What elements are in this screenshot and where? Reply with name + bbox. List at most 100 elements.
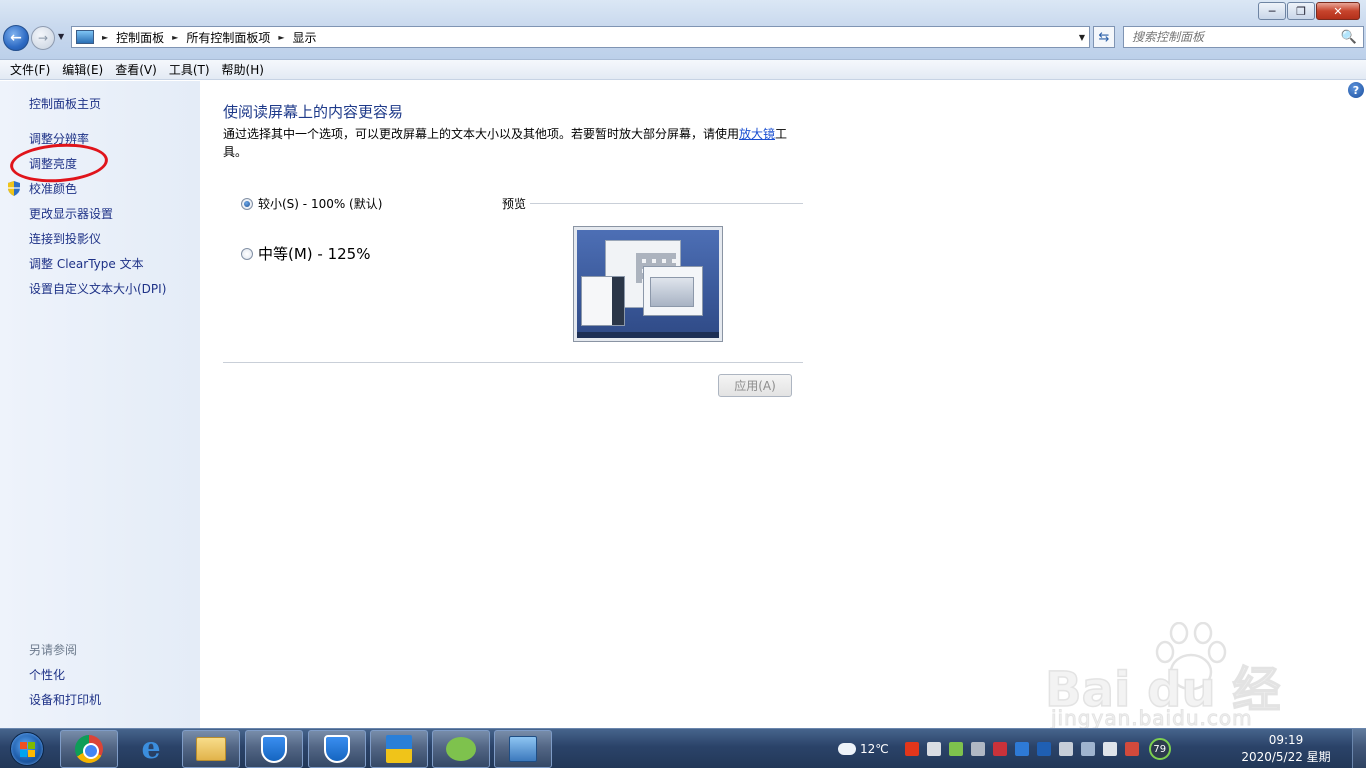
- app-tray-icon[interactable]: [992, 742, 1007, 756]
- window-controls: ─ ❐ ✕: [1257, 2, 1360, 20]
- breadcrumb-all-items[interactable]: 所有控制面板项: [186, 29, 270, 46]
- address-dropdown[interactable]: ▼: [1079, 33, 1085, 42]
- section-divider: [223, 362, 803, 363]
- chrome-icon: [75, 735, 103, 763]
- radio-small[interactable]: [241, 197, 253, 210]
- taskbar-pdf[interactable]: [370, 730, 428, 768]
- taskbar-security-1[interactable]: [245, 730, 303, 768]
- windows-logo-icon: [10, 732, 44, 766]
- taskbar-control-panel[interactable]: [494, 730, 552, 768]
- network-icon[interactable]: [1080, 742, 1095, 756]
- search-box[interactable]: 🔍: [1123, 26, 1364, 48]
- apply-button[interactable]: 应用(A): [718, 374, 792, 397]
- breadcrumb-separator[interactable]: ►: [278, 33, 284, 42]
- search-input[interactable]: [1132, 30, 1332, 44]
- ie-icon: e: [141, 731, 161, 766]
- pdf-reader-icon: [386, 735, 412, 763]
- preview-label: 预览: [502, 195, 531, 212]
- page-description: 通过选择其中一个选项，可以更改屏幕上的文本大小以及其他项。若要暂时放大部分屏幕，…: [223, 125, 798, 161]
- breadcrumb-display[interactable]: 显示: [293, 29, 317, 46]
- sidebar-item-projector[interactable]: 连接到投影仪: [29, 230, 101, 247]
- taskbar-security-2[interactable]: [308, 730, 366, 768]
- size-option-small[interactable]: 较小(S) - 100% (默认): [241, 195, 382, 212]
- preview-image: [573, 226, 723, 342]
- clock-date: 2020/5/22 星期五: [1241, 750, 1331, 768]
- search-icon[interactable]: 🔍: [1341, 30, 1357, 45]
- sidebar-item-personalization[interactable]: 个性化: [29, 666, 65, 683]
- explorer-icon: [196, 737, 226, 761]
- preview-taskbar: [577, 332, 719, 338]
- control-panel-icon: [76, 30, 94, 44]
- performance-badge[interactable]: 79: [1148, 738, 1171, 760]
- wechat-tray-icon[interactable]: [948, 742, 963, 756]
- refresh-button[interactable]: ⇆: [1093, 26, 1115, 48]
- breadcrumb-control-panel[interactable]: 控制面板: [116, 29, 164, 46]
- menu-view[interactable]: 查看(V): [109, 61, 163, 78]
- magnifier-link[interactable]: 放大镜: [739, 127, 775, 141]
- preview-window: [643, 266, 703, 316]
- taskbar: e 12℃ 79 09:19 2020/5/22 星期五: [0, 728, 1366, 768]
- clock-time: 09:19: [1268, 733, 1304, 747]
- menu-bar: 文件(F) 编辑(E) 查看(V) 工具(T) 帮助(H): [0, 60, 1366, 80]
- sidebar-item-home[interactable]: 控制面板主页: [29, 95, 101, 112]
- size-option-medium[interactable]: 中等(M) - 125%: [241, 243, 370, 264]
- wechat-icon: [446, 737, 476, 761]
- sidebar-item-calibrate-color[interactable]: 校准颜色: [29, 180, 77, 197]
- flag-icon[interactable]: [926, 742, 941, 756]
- back-button[interactable]: ←: [3, 25, 29, 51]
- security-shield-icon: [261, 735, 287, 763]
- breadcrumb-separator[interactable]: ►: [102, 33, 108, 42]
- show-desktop-button[interactable]: [1352, 729, 1366, 768]
- volume-icon[interactable]: [1058, 742, 1073, 756]
- sidebar-item-custom-dpi[interactable]: 设置自定义文本大小(DPI): [29, 280, 166, 297]
- radio-medium[interactable]: [241, 247, 253, 260]
- taskbar-chrome[interactable]: [60, 730, 118, 768]
- preview-window: [581, 276, 625, 326]
- sidebar-item-cleartype[interactable]: 调整 ClearType 文本: [29, 255, 144, 272]
- system-tray: 12℃ 79: [838, 730, 1177, 768]
- breadcrumb-separator[interactable]: ►: [172, 33, 178, 42]
- weather-temperature[interactable]: 12℃: [860, 742, 889, 756]
- page-title: 使阅读屏幕上的内容更容易: [223, 103, 404, 121]
- menu-edit[interactable]: 编辑(E): [56, 61, 109, 78]
- security-shield-icon: [324, 735, 350, 763]
- taskbar-ie[interactable]: e: [122, 730, 180, 768]
- uac-shield-icon: [8, 181, 20, 196]
- help-icon[interactable]: ?: [1348, 82, 1364, 98]
- menu-help[interactable]: 帮助(H): [216, 61, 270, 78]
- preview-screen: [577, 230, 719, 338]
- size-option-medium-label[interactable]: 中等(M) - 125%: [258, 243, 370, 264]
- red-circle-annotation: [8, 140, 110, 186]
- forward-button[interactable]: →: [31, 26, 55, 50]
- mute-icon[interactable]: [1124, 742, 1139, 756]
- menu-tools[interactable]: 工具(T): [163, 61, 216, 78]
- taskbar-wechat[interactable]: [432, 730, 490, 768]
- watermark-url: jingyan.baidu.com: [1051, 706, 1253, 731]
- sidebar: 控制面板主页 调整分辨率 调整亮度 校准颜色 更改显示器设置 连接到投影仪 调整…: [0, 81, 200, 728]
- sidebar-item-display-settings[interactable]: 更改显示器设置: [29, 205, 113, 222]
- close-button[interactable]: ✕: [1316, 2, 1360, 20]
- sidebar-item-devices-printers[interactable]: 设备和打印机: [29, 691, 101, 708]
- address-bar[interactable]: ► 控制面板 ► 所有控制面板项 ► 显示 ▼: [71, 26, 1090, 48]
- tool-tray-icon[interactable]: [970, 742, 985, 756]
- device-icon[interactable]: [1102, 742, 1117, 756]
- security-tray-icon[interactable]: [1014, 742, 1029, 756]
- window-chrome: ─ ❐ ✕ ← → ▼ ► 控制面板 ► 所有控制面板项 ► 显示 ▼ ⇆ 🔍: [0, 0, 1366, 60]
- size-option-small-label[interactable]: 较小(S) - 100% (默认): [258, 195, 382, 212]
- restore-button[interactable]: ❐: [1287, 2, 1315, 20]
- baidu-watermark: Bai du 经验 jingyan.baidu.com: [1044, 622, 1295, 768]
- control-panel-icon: [509, 736, 537, 762]
- recent-pages-dropdown[interactable]: ▼: [58, 32, 64, 41]
- breadcrumb: ► 控制面板 ► 所有控制面板项 ► 显示: [94, 29, 317, 46]
- weather-cloud-icon[interactable]: [838, 743, 856, 755]
- preview-divider: [530, 203, 803, 204]
- start-button[interactable]: [3, 730, 51, 768]
- taskbar-explorer[interactable]: [182, 730, 240, 768]
- sogou-input-icon[interactable]: [904, 742, 919, 756]
- clock[interactable]: 09:19 2020/5/22 星期五: [1238, 732, 1334, 768]
- minimize-button[interactable]: ─: [1258, 2, 1286, 20]
- description-text: 通过选择其中一个选项，可以更改屏幕上的文本大小以及其他项。若要暂时放大部分屏幕，…: [223, 127, 740, 141]
- see-also-heading: 另请参阅: [29, 643, 78, 657]
- menu-file[interactable]: 文件(F): [4, 61, 56, 78]
- bluetooth-icon[interactable]: [1036, 742, 1051, 756]
